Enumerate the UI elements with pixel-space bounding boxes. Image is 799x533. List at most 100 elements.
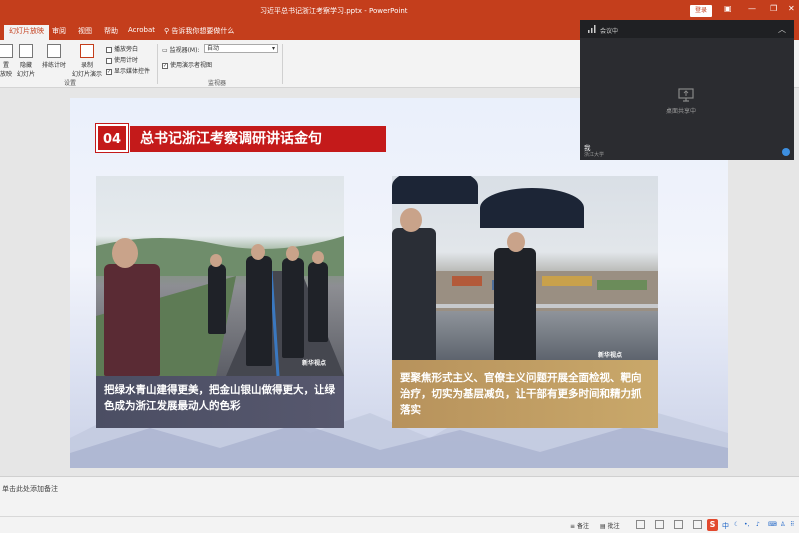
group-label-monitor: 监视器: [208, 80, 227, 87]
play-narrations-label: 播放旁白: [114, 46, 139, 53]
tab-acrobat[interactable]: Acrobat: [128, 26, 155, 34]
section-number: 04: [96, 124, 128, 152]
normal-view-icon[interactable]: [636, 520, 645, 529]
microphone-icon[interactable]: ♪: [756, 521, 760, 528]
grid-icon[interactable]: ⠿: [790, 521, 794, 528]
show-media-controls-checkbox[interactable]: ✓ 显示媒体控件: [106, 66, 150, 75]
tab-help[interactable]: 帮助: [104, 26, 118, 36]
lightbulb-icon: ⚲: [164, 27, 170, 35]
record-slideshow-label: 录制 幻灯片演示: [72, 62, 103, 78]
umbrella-shape: [480, 188, 584, 228]
hide-slide-icon: [19, 44, 33, 58]
minimize-icon[interactable]: —: [748, 4, 756, 13]
caption-left: 把绿水青山建得更美，把金山银山做得更大，让绿色成为浙江发展最动人的色彩: [96, 376, 344, 428]
slideshow-view-icon[interactable]: [693, 520, 702, 529]
person-head: [400, 208, 422, 232]
notes-button[interactable]: ≡ 备注: [570, 521, 589, 530]
group-separator: [282, 44, 283, 84]
keyboard-icon[interactable]: ⌨: [768, 521, 777, 528]
tab-slideshow[interactable]: 幻灯片放映: [4, 25, 49, 40]
person-head: [251, 244, 265, 260]
status-badge: [782, 148, 790, 156]
powerpoint-window: 习近平总书记浙江考察学习.pptx - PowerPoint 登录 ▣ — ❐ …: [0, 0, 799, 533]
moon-icon[interactable]: ☾: [734, 521, 739, 528]
group-separator: [157, 44, 158, 84]
notes-placeholder: 单击此处添加备注: [2, 485, 58, 493]
ribbon-display-icon[interactable]: ▣: [724, 4, 732, 13]
checkbox-box: [106, 57, 112, 64]
record-icon: [80, 44, 94, 58]
person-head: [312, 251, 324, 264]
maximize-icon[interactable]: ❐: [770, 4, 777, 13]
checkbox-box: [106, 46, 112, 53]
person-head: [210, 254, 222, 267]
monitor-select-value: 自动: [207, 45, 220, 52]
reading-view-icon[interactable]: [674, 520, 683, 529]
person-figure: [246, 256, 272, 366]
tell-me-search[interactable]: ⚲ 告诉我你想要做什么: [164, 26, 234, 36]
screen-share-icon: [678, 88, 694, 102]
monitor-label: 监视器(M):: [169, 47, 200, 54]
window-title: 习近平总书记浙江考察学习.pptx - PowerPoint: [260, 7, 408, 15]
tab-view[interactable]: 视图: [78, 26, 92, 36]
notes-pane[interactable]: 单击此处添加备注: [0, 476, 799, 516]
close-icon[interactable]: ✕: [788, 4, 795, 13]
meeting-title: 会议中: [600, 28, 619, 35]
title-bar: 习近平总书记浙江考察学习.pptx - PowerPoint 登录 ▣ — ❐ …: [0, 0, 799, 22]
person-figure: [308, 262, 328, 342]
comments-button-label: 批注: [607, 523, 620, 530]
login-button[interactable]: 登录: [690, 5, 712, 17]
hide-slide-label: 隐藏 幻灯片: [16, 62, 35, 78]
photo-green-mountains: 新华视点: [96, 176, 344, 376]
group-label-settings: 设置: [64, 80, 77, 87]
rehearse-timings-button[interactable]: 排练计时: [42, 44, 66, 69]
checkmark-icon: ✓: [106, 68, 112, 75]
screen-sharing-status: 桌面共享中: [666, 108, 697, 115]
setup-slideshow-icon: [0, 44, 13, 58]
comments-button[interactable]: ▤ 批注: [600, 521, 620, 530]
meeting-header[interactable]: 会议中 ︿: [580, 20, 794, 38]
use-timings-checkbox[interactable]: 使用计时: [106, 55, 138, 64]
person-head: [286, 246, 299, 261]
photo-port-umbrella: 新华视点: [392, 176, 658, 376]
status-bar: ≡ 备注 ▤ 批注 S 中 ☾ •, ♪ ⌨ ♙ ⠿: [0, 516, 799, 533]
rehearse-timings-label: 排练计时: [42, 62, 67, 69]
show-media-controls-label: 显示媒体控件: [114, 68, 151, 75]
person-figure: [494, 248, 536, 376]
setup-slideshow-label: 置 放映: [0, 62, 12, 78]
ime-mode-icon[interactable]: 中: [722, 521, 729, 531]
comment-icon: ▤: [600, 523, 606, 530]
use-timings-label: 使用计时: [114, 57, 139, 64]
presenter-view-label: 使用演示者视图: [170, 62, 213, 69]
watermark-xinhua: 新华视点: [598, 352, 623, 359]
checkmark-icon: ✓: [162, 62, 168, 69]
signal-icon: [588, 25, 596, 33]
notes-button-label: 备注: [576, 523, 589, 530]
person-figure: [104, 264, 160, 376]
meeting-window[interactable]: 会议中 ︿ 桌面共享中 我 浙江大学: [580, 20, 794, 160]
chevron-up-icon[interactable]: ︿: [778, 24, 786, 35]
monitor-icon: ▭: [162, 47, 168, 54]
person-figure: [208, 264, 226, 334]
record-slideshow-button[interactable]: 录制 幻灯片演示: [72, 44, 102, 78]
person-head: [112, 238, 138, 268]
slide-sorter-icon[interactable]: [655, 520, 664, 529]
play-narrations-checkbox[interactable]: 播放旁白: [106, 44, 138, 53]
monitor-select[interactable]: 自动 ▾: [204, 44, 278, 53]
person-figure: [282, 258, 304, 358]
punctuation-icon[interactable]: •,: [744, 521, 749, 528]
person-figure: [392, 228, 436, 376]
hide-slide-button[interactable]: 隐藏 幻灯片: [14, 44, 38, 78]
caption-right: 要聚焦形式主义、官僚主义问题开展全面检视、靶向治疗，切实为基层减负，让干部有更多…: [392, 360, 658, 428]
person-head: [507, 232, 525, 252]
watermark-xinhua: 新华视点: [302, 360, 327, 367]
tab-review[interactable]: 审阅: [52, 26, 66, 36]
stopwatch-icon: [47, 44, 61, 58]
section-title: 总书记浙江考察调研讲话金句: [130, 126, 386, 152]
presenter-view-checkbox[interactable]: ✓ 使用演示者视图: [162, 60, 212, 69]
ime-sogou-icon[interactable]: S: [707, 519, 718, 531]
tell-me-label: 告诉我你想要做什么: [171, 27, 235, 35]
umbrella-shape: [392, 176, 478, 204]
user-icon[interactable]: ♙: [780, 521, 785, 528]
notes-icon: ≡: [570, 523, 576, 530]
